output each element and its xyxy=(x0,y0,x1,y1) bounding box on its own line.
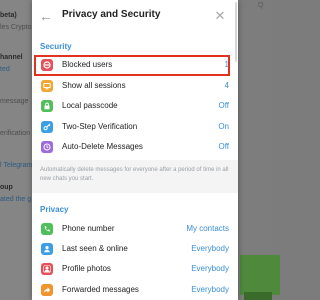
bg-snippet: ated the g xyxy=(0,196,32,203)
arrow-left-icon: ← xyxy=(39,8,53,24)
back-button[interactable]: ← xyxy=(38,8,54,24)
modal-title: Privacy and Security xyxy=(62,9,161,20)
last-seen-online-row[interactable]: Last seen & online Everybody xyxy=(32,239,238,259)
lock-icon xyxy=(41,100,53,112)
row-label: Local passcode xyxy=(62,101,118,110)
row-label: Profile photos xyxy=(62,264,111,273)
auto-delete-description: Automatically delete messages for everyo… xyxy=(40,167,229,182)
row-value: Everybody xyxy=(191,244,229,253)
row-label: Forwarded messages xyxy=(62,285,139,294)
phone-number-row[interactable]: Phone number My contacts xyxy=(32,219,238,239)
bg-snippet: hannel xyxy=(0,54,23,61)
row-label: Blocked users xyxy=(62,60,113,69)
bg-snippet: l Telegram xyxy=(0,162,33,169)
bg-snippet: erification xyxy=(0,130,30,137)
bg-snippet: message xyxy=(0,98,29,105)
profile-photo-icon xyxy=(41,263,53,275)
bg-snippet: les Crypto xyxy=(0,24,32,31)
privacy-security-modal: ← Privacy and Security ✕ Security Blocke… xyxy=(32,0,238,300)
person-icon xyxy=(41,243,53,255)
bg-snippet: ted xyxy=(0,66,10,73)
row-value: Off xyxy=(218,142,229,151)
row-value: Everybody xyxy=(191,264,229,273)
key-icon xyxy=(41,121,53,133)
close-button[interactable]: ✕ xyxy=(212,8,228,24)
bg-snippet: oup xyxy=(0,184,13,191)
timer-icon xyxy=(41,141,53,153)
row-label: Show all sessions xyxy=(62,81,126,90)
row-label: Last seen & online xyxy=(62,244,128,253)
section-heading-security: Security xyxy=(40,42,72,51)
block-icon xyxy=(41,59,53,71)
scrollbar[interactable] xyxy=(235,2,237,62)
profile-photos-row[interactable]: Profile photos Everybody xyxy=(32,259,238,279)
background-chat-list xyxy=(0,0,32,300)
bg-snippet: beta) xyxy=(0,12,17,19)
two-step-verification-row[interactable]: Two-Step Verification On xyxy=(32,117,238,137)
section-heading-privacy: Privacy xyxy=(40,205,69,214)
modal-header: ← Privacy and Security ✕ xyxy=(32,0,238,32)
bg-green-bar xyxy=(244,292,272,300)
row-label: Auto-Delete Messages xyxy=(62,142,143,151)
bg-green-block xyxy=(240,255,280,295)
row-value: On xyxy=(218,122,229,131)
row-label: Phone number xyxy=(62,224,115,233)
auto-delete-messages-row[interactable]: Auto-Delete Messages Off xyxy=(32,137,238,157)
row-value: 4 xyxy=(224,81,229,90)
row-value: Off xyxy=(218,101,229,110)
row-value: My contacts xyxy=(186,224,229,233)
bg-snippet: Q xyxy=(258,2,264,9)
row-value: 1 xyxy=(224,60,229,69)
row-label: Two-Step Verification xyxy=(62,122,138,131)
blocked-users-row[interactable]: Blocked users 1 xyxy=(32,55,238,75)
show-all-sessions-row[interactable]: Show all sessions 4 xyxy=(32,76,238,96)
close-icon: ✕ xyxy=(214,8,226,23)
sessions-icon xyxy=(41,80,53,92)
row-value: Everybody xyxy=(191,285,229,294)
local-passcode-row[interactable]: Local passcode Off xyxy=(32,96,238,116)
forward-icon xyxy=(41,284,53,296)
phone-icon xyxy=(41,223,53,235)
forwarded-messages-row[interactable]: Forwarded messages Everybody xyxy=(32,280,238,300)
